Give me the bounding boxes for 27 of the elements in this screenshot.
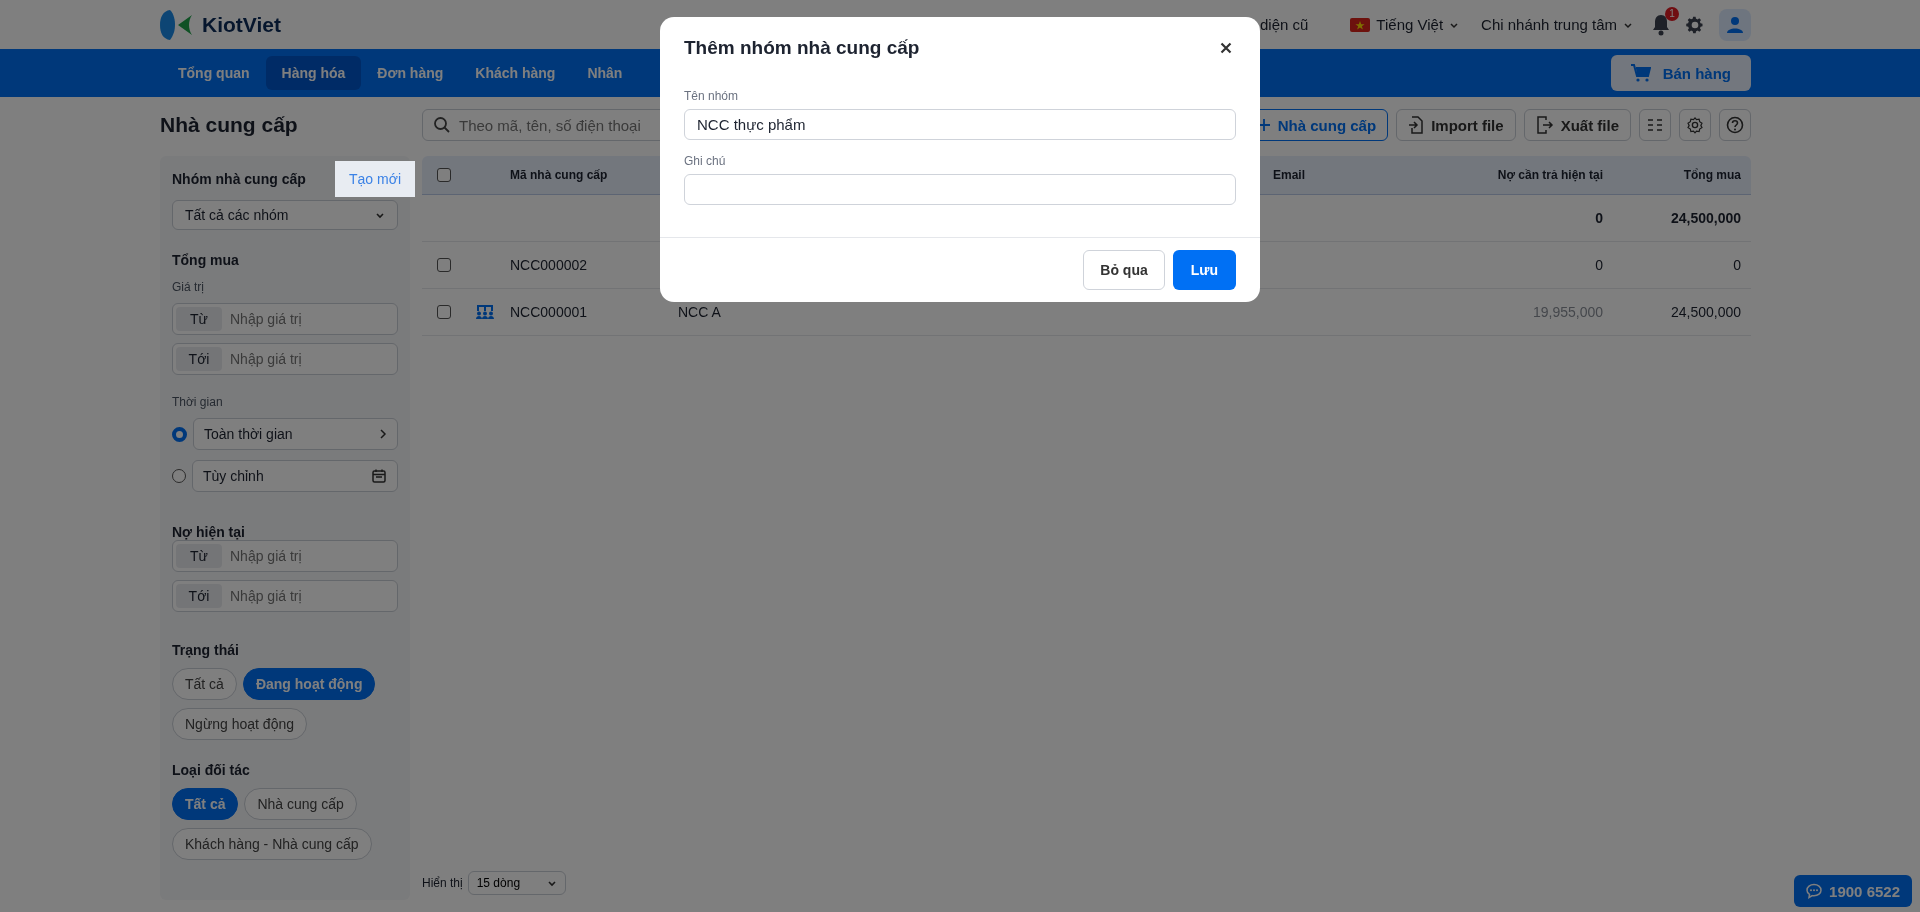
table-cell: 24,500,000 (1670, 304, 1741, 320)
filter-title: Nợ hiện tại (172, 524, 246, 540)
filter-title: Tổng mua (172, 252, 240, 268)
page-size-label: Hiển thị (422, 876, 463, 890)
range-prefix: Tới (176, 347, 222, 371)
table-cell: 19,955,000 (1532, 304, 1603, 320)
modal-title: Thêm nhóm nhà cung cấp (684, 37, 920, 59)
logo-text: KiotViet (202, 12, 281, 37)
field-label: Ghi chú (684, 154, 727, 168)
field-label: Tên nhóm (684, 89, 740, 103)
range-prefix: Từ (176, 544, 222, 568)
table-cell: 0 (1733, 257, 1741, 273)
range-prefix: Từ (176, 307, 222, 331)
summary-cell: 24,500,000 (1670, 210, 1741, 226)
table-cell: NCC A (678, 304, 721, 320)
filter-label: Giá trị (172, 280, 205, 294)
table-cell: NCC000002 (510, 257, 588, 273)
summary-cell: 0 (1595, 210, 1603, 226)
table-cell: NCC000001 (510, 304, 588, 320)
filter-title: Loại đối tác (172, 762, 251, 778)
filter-label: Thời gian (172, 395, 224, 409)
notification-badge: 1 (1665, 6, 1679, 21)
page-title: Nhà cung cấp (160, 113, 299, 137)
range-prefix: Tới (176, 584, 222, 608)
table-cell: 0 (1595, 257, 1603, 273)
filter-title: Trạng thái (172, 642, 240, 658)
filter-title: Nhóm nhà cung cấp (172, 171, 306, 187)
